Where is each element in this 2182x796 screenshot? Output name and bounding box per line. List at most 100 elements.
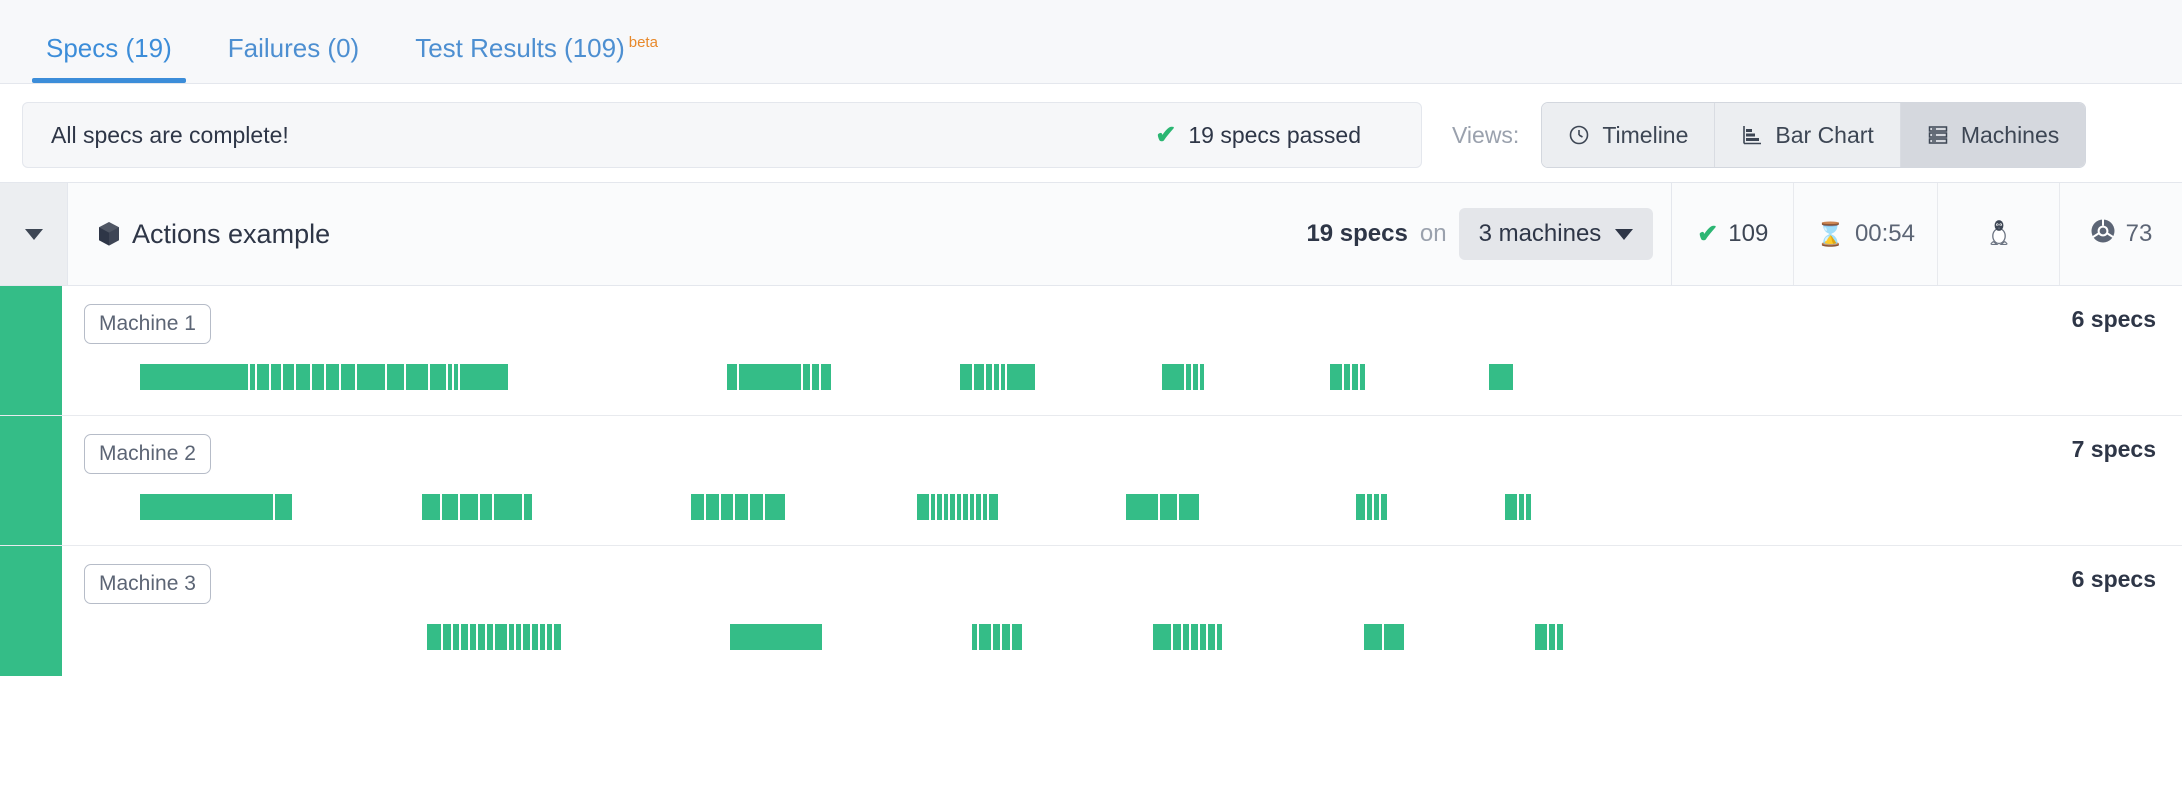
spec-segment[interactable] [427, 624, 441, 650]
spec-segment[interactable] [1352, 364, 1358, 390]
spec-segment[interactable] [1173, 624, 1181, 650]
spec-segment[interactable] [326, 364, 339, 390]
spec-segment[interactable] [1526, 494, 1531, 520]
spec-segment[interactable] [532, 624, 538, 650]
spec-segment[interactable] [1183, 624, 1189, 650]
spec-segment[interactable] [275, 494, 292, 520]
spec-segment[interactable] [1356, 494, 1365, 520]
spec-segment[interactable] [739, 364, 801, 390]
spec-segment[interactable] [341, 364, 355, 390]
spec-segment[interactable] [1549, 624, 1555, 650]
spec-segment[interactable] [917, 494, 929, 520]
spec-segment[interactable] [1191, 624, 1198, 650]
spec-segment[interactable] [765, 494, 785, 520]
spec-segment[interactable] [547, 624, 552, 650]
spec-segment[interactable] [983, 494, 987, 520]
spec-segment[interactable] [296, 364, 310, 390]
spec-segment[interactable] [1179, 494, 1199, 520]
spec-segment[interactable] [979, 624, 991, 650]
view-button-timeline[interactable]: Timeline [1542, 103, 1716, 167]
spec-segment[interactable] [1374, 494, 1379, 520]
spec-segment[interactable] [312, 364, 324, 390]
spec-segment[interactable] [387, 364, 404, 390]
machine-label[interactable]: Machine 2 [84, 434, 211, 474]
spec-segment[interactable] [970, 494, 974, 520]
spec-segment[interactable] [140, 494, 273, 520]
spec-segment[interactable] [1217, 624, 1222, 650]
spec-segment[interactable] [706, 494, 719, 520]
spec-segment[interactable] [1519, 494, 1524, 520]
spec-segment[interactable] [140, 364, 248, 390]
spec-segment[interactable] [1200, 624, 1206, 650]
spec-segment[interactable] [516, 624, 521, 650]
spec-segment[interactable] [750, 494, 763, 520]
spec-segment[interactable] [250, 364, 255, 390]
tab-failures[interactable]: Failures (0) [200, 35, 387, 83]
spec-segment[interactable] [950, 494, 955, 520]
spec-segment[interactable] [257, 364, 269, 390]
spec-segment[interactable] [1012, 624, 1022, 650]
spec-segment[interactable] [994, 364, 999, 390]
tab-specs[interactable]: Specs (19) [18, 35, 200, 83]
spec-segment[interactable] [803, 364, 810, 390]
spec-segment[interactable] [1505, 494, 1517, 520]
spec-segment[interactable] [454, 364, 458, 390]
spec-segment[interactable] [730, 624, 822, 650]
spec-segment[interactable] [1364, 624, 1382, 650]
machine-label[interactable]: Machine 3 [84, 564, 211, 604]
spec-segment[interactable] [1344, 364, 1350, 390]
spec-segment[interactable] [993, 624, 1000, 650]
spec-segment[interactable] [721, 494, 733, 520]
machines-select[interactable]: 3 machines [1458, 208, 1654, 260]
spec-segment[interactable] [735, 494, 748, 520]
machine-label[interactable]: Machine 1 [84, 304, 211, 344]
spec-segment[interactable] [509, 624, 514, 650]
spec-segment[interactable] [974, 364, 984, 390]
tab-test-results[interactable]: Test Results (109) beta [387, 35, 686, 83]
spec-segment[interactable] [1330, 364, 1342, 390]
spec-segment[interactable] [1489, 364, 1513, 390]
spec-segment[interactable] [1557, 624, 1563, 650]
spec-segment[interactable] [461, 624, 468, 650]
spec-segment[interactable] [821, 364, 831, 390]
spec-segment[interactable] [1002, 624, 1010, 650]
view-button-machines[interactable]: Machines [1900, 103, 2086, 167]
spec-segment[interactable] [430, 364, 446, 390]
spec-segment[interactable] [357, 364, 385, 390]
spec-segment[interactable] [271, 364, 281, 390]
spec-segment[interactable] [1381, 494, 1387, 520]
spec-segment[interactable] [963, 494, 968, 520]
spec-segment[interactable] [470, 624, 476, 650]
spec-segment[interactable] [1367, 494, 1372, 520]
expand-collapse-toggle[interactable] [0, 183, 68, 285]
spec-segment[interactable] [812, 364, 819, 390]
spec-segment[interactable] [460, 494, 478, 520]
spec-segment[interactable] [1193, 364, 1198, 390]
spec-segment[interactable] [957, 494, 961, 520]
spec-segment[interactable] [1153, 624, 1171, 650]
spec-segment[interactable] [487, 624, 493, 650]
spec-segment[interactable] [1126, 494, 1158, 520]
spec-segment[interactable] [1535, 624, 1547, 650]
view-button-bar-chart[interactable]: Bar Chart [1715, 103, 1901, 167]
spec-segment[interactable] [540, 624, 545, 650]
spec-segment[interactable] [443, 624, 451, 650]
spec-segment[interactable] [1001, 364, 1005, 390]
spec-segment[interactable] [1208, 624, 1215, 650]
spec-segment[interactable] [494, 494, 522, 520]
spec-segment[interactable] [986, 364, 992, 390]
spec-segment[interactable] [1160, 494, 1177, 520]
spec-segment[interactable] [937, 494, 942, 520]
spec-segment[interactable] [422, 494, 440, 520]
spec-segment[interactable] [691, 494, 704, 520]
spec-segment[interactable] [524, 494, 532, 520]
spec-segment[interactable] [453, 624, 459, 650]
spec-segment[interactable] [1360, 364, 1365, 390]
spec-segment[interactable] [1162, 364, 1184, 390]
spec-segment[interactable] [480, 494, 492, 520]
spec-segment[interactable] [960, 364, 972, 390]
spec-segment[interactable] [283, 364, 294, 390]
spec-segment[interactable] [406, 364, 428, 390]
spec-segment[interactable] [727, 364, 737, 390]
spec-segment[interactable] [495, 624, 507, 650]
